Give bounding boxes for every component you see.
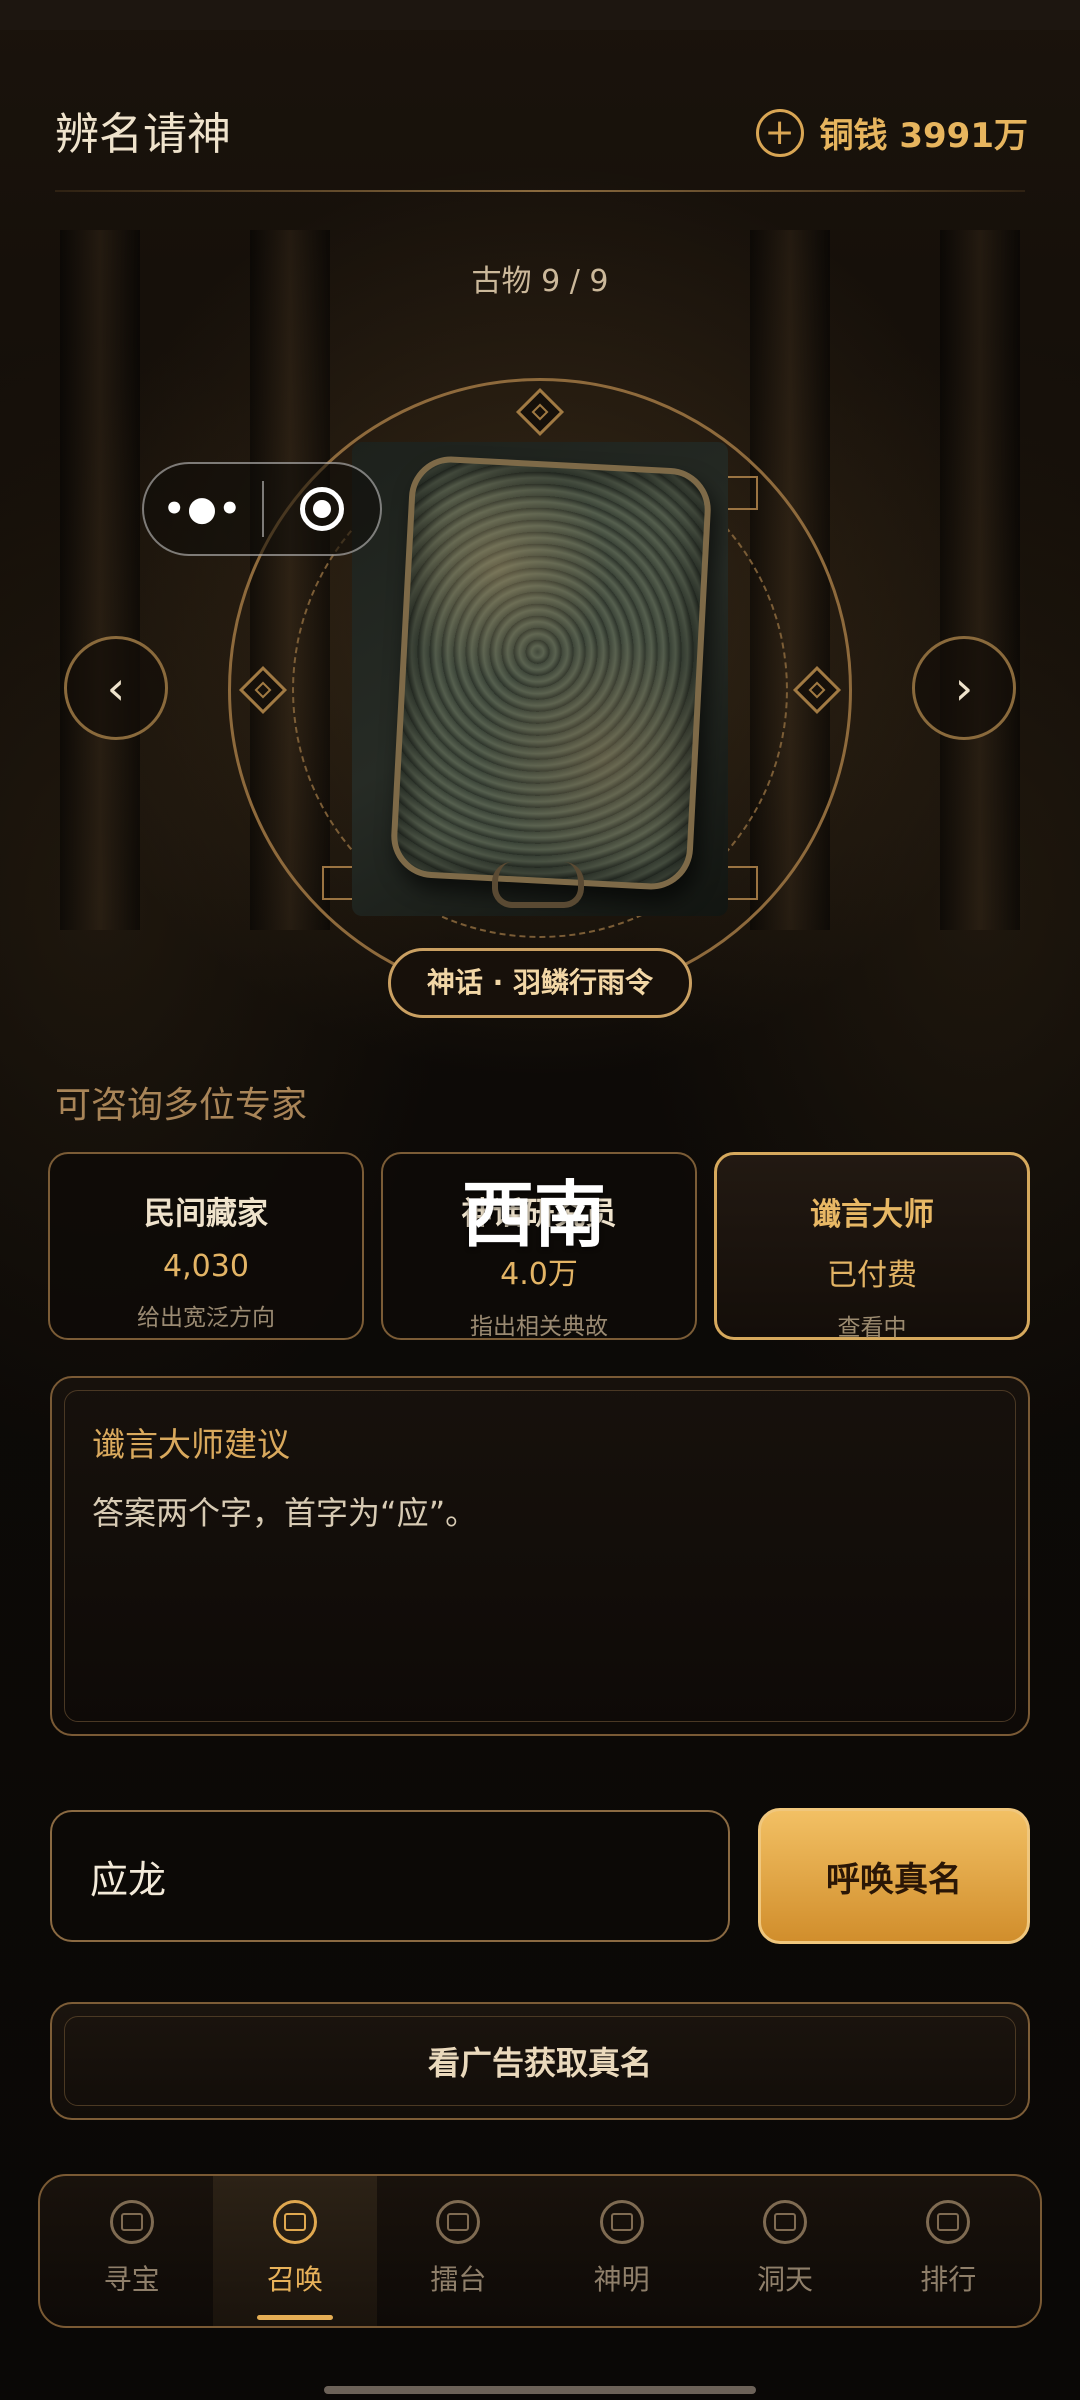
close-miniprogram-icon[interactable] [264,487,380,531]
expert-price: 已付费 [827,1258,917,1293]
tab-label: 寻宝 [103,2263,160,2296]
answer-input[interactable]: 应龙 [50,1810,730,1942]
expert-card-folk-collector[interactable]: 民间藏家 4,030 给出宽泛方向 [48,1152,364,1340]
experts-section-label: 可咨询多位专家 [55,1085,308,1126]
decor-pillar-right [940,230,1020,930]
expert-desc: 给出宽泛方向 [137,1305,275,1331]
expert-price: 4,030 [163,1249,249,1284]
expert-name: 谶言大师 [810,1197,934,1233]
summon-name-button[interactable]: 呼唤真名 [758,1808,1030,1944]
expert-card-prophecy-master[interactable]: 谶言大师 已付费 查看中 [714,1152,1030,1341]
overlay-text: 西南 [462,1173,607,1257]
deity-icon [599,2200,644,2244]
active-tab-indicator [257,2315,333,2320]
tab-label: 排行 [920,2263,977,2296]
tab-label: 神明 [593,2263,650,2296]
ad-button-inner-border [64,2016,1016,2106]
next-artifact-button[interactable]: › [912,636,1016,740]
coin-amount: 铜钱 3991万 [819,116,1028,156]
arena-icon [436,2200,481,2244]
treasure-icon [109,2200,154,2244]
tab-cave[interactable]: 洞天 [703,2176,866,2326]
advice-text: 答案两个字，首字为“应”。 [92,1494,478,1532]
page-title: 辨名请神 [55,109,231,160]
summon-icon [272,2200,317,2244]
decor-pillar-left [60,230,140,930]
cave-icon [762,2200,807,2244]
advice-panel: 谶言大师建议 答案两个字，首字为“应”。 [50,1376,1030,1736]
header-divider [55,190,1025,192]
artifact-name-badge: 神话 · 羽鳞行雨令 [388,948,692,1018]
mini-program-capsule: •●• [142,462,382,556]
tab-label: 擂台 [430,2263,487,2296]
dragon-tablet-image [389,454,713,892]
add-coins-icon[interactable]: + [755,108,804,157]
expert-desc: 查看中 [837,1315,907,1341]
tab-label: 召唤 [266,2263,323,2296]
prev-artifact-button[interactable]: ‹ [64,636,168,740]
status-bar [0,0,1080,30]
ranking-icon [926,2200,971,2244]
corner-ornament [724,476,758,510]
artifact-image [352,442,728,916]
tab-deity[interactable]: 神明 [540,2176,703,2326]
home-indicator[interactable] [324,2386,756,2394]
coin-balance: + 铜钱 3991万 [755,108,1028,157]
expert-name: 民间藏家 [144,1196,268,1232]
bottom-tab-bar: 寻宝 召唤 擂台 神明 洞天 排行 [38,2174,1042,2328]
expert-desc: 指出相关典故 [470,1314,608,1340]
tab-ranking[interactable]: 排行 [867,2176,1030,2326]
advice-title: 谶言大师建议 [92,1425,290,1464]
corner-ornament [724,866,758,900]
watch-ad-button[interactable]: 看广告获取真名 [50,2002,1030,2120]
artifact-counter: 古物 9 / 9 [471,264,609,299]
tab-summon[interactable]: 召唤 [213,2176,377,2326]
tablet-cord [492,862,584,908]
tab-label: 洞天 [756,2263,813,2296]
tab-treasure[interactable]: 寻宝 [50,2176,213,2326]
tab-arena[interactable]: 擂台 [377,2176,540,2326]
more-options-icon[interactable]: •●• [144,489,262,529]
corner-ornament [322,866,356,900]
